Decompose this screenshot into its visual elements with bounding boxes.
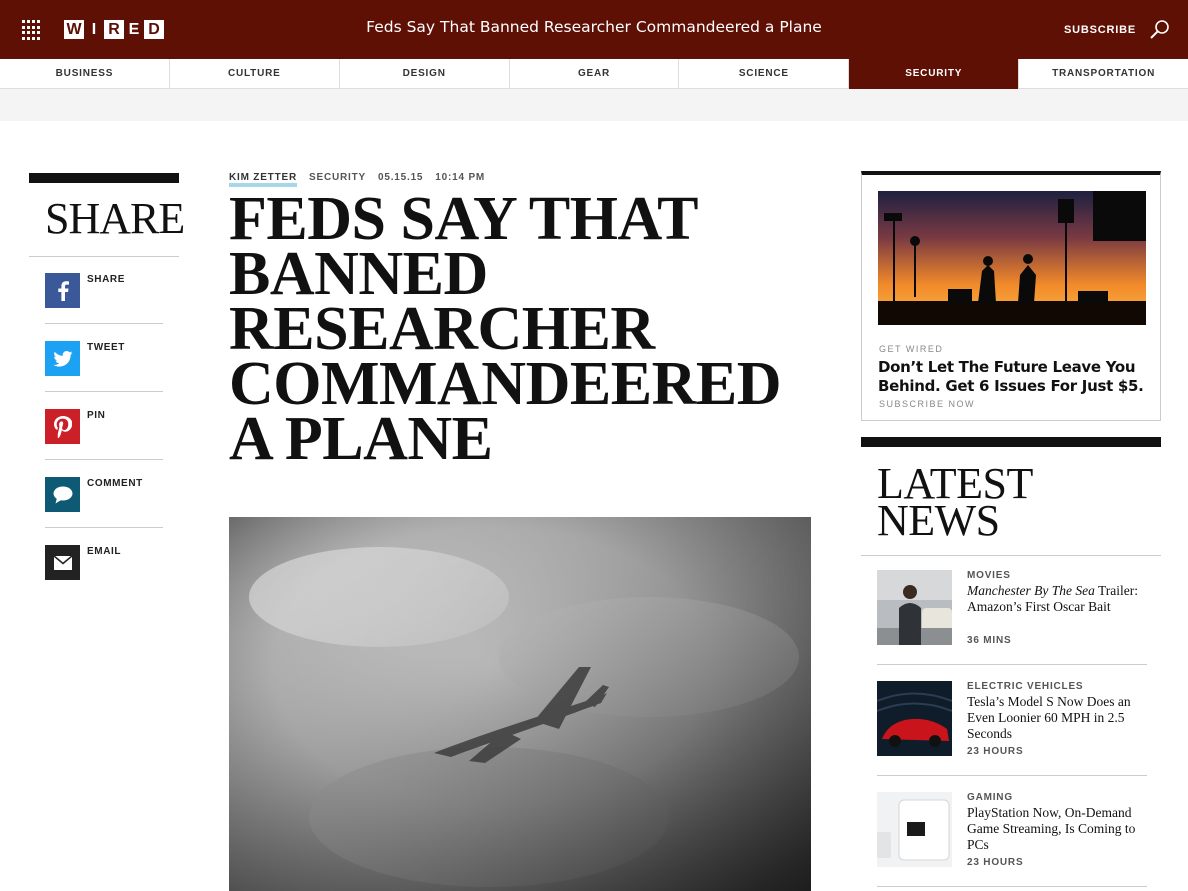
tab-transportation[interactable]: TRANSPORTATION: [1019, 59, 1188, 89]
top-bar: W I R E D Feds Say That Banned Researche…: [0, 0, 1188, 59]
list-item[interactable]: ELECTRIC VEHICLES Tesla’s Model S Now Do…: [877, 665, 1147, 776]
page-title: Feds Say That Banned Researcher Commande…: [366, 18, 822, 36]
tab-culture[interactable]: CULTURE: [170, 59, 340, 89]
news-thumbnail: [877, 570, 952, 645]
pinterest-icon: [45, 409, 80, 444]
share-twitter-button[interactable]: TWEET: [45, 324, 163, 392]
email-label: EMAIL: [87, 546, 122, 557]
tweet-label: TWEET: [87, 342, 125, 353]
facebook-icon: [45, 273, 80, 308]
news-time: 36 MINS: [967, 635, 1012, 646]
share-panel: SHARE SHARE TWEET PIN COMMENT EMAIL: [29, 173, 185, 580]
tab-business[interactable]: BUSINESS: [0, 59, 170, 89]
ad-headline[interactable]: Don’t Let The Future Leave You Behind. G…: [878, 358, 1148, 396]
share-pinterest-button[interactable]: PIN: [45, 392, 163, 460]
share-facebook-button[interactable]: SHARE: [45, 256, 163, 324]
ad-band: [0, 89, 1188, 121]
latest-news: LATEST NEWS MOVIES Manchester By The Sea…: [861, 437, 1161, 887]
subscribe-ad[interactable]: GET WIRED Don’t Let The Future Leave You…: [861, 171, 1161, 421]
news-title-italic: Manchester By The Sea: [967, 583, 1095, 598]
news-title-text: PlayStation Now, On-Demand Game Streamin…: [967, 805, 1136, 852]
tab-science[interactable]: SCIENCE: [679, 59, 850, 89]
comment-label: COMMENT: [87, 478, 143, 489]
news-title-text: Tesla’s Model S Now Does an Even Loonier…: [967, 694, 1131, 741]
pin-label: PIN: [87, 410, 106, 421]
news-title[interactable]: Tesla’s Model S Now Does an Even Loonier…: [967, 694, 1147, 742]
latest-rule-top: [861, 437, 1161, 447]
tab-security[interactable]: SECURITY: [849, 59, 1020, 89]
news-thumbnail: [877, 681, 952, 756]
email-icon: [45, 545, 80, 580]
comment-icon: [45, 477, 80, 512]
article-headline: FEDS SAY THAT BANNED RESEARCHER COMMANDE…: [229, 185, 781, 473]
list-item[interactable]: MOVIES Manchester By The Sea Trailer: Am…: [877, 554, 1147, 665]
news-title[interactable]: PlayStation Now, On-Demand Game Streamin…: [967, 805, 1147, 853]
share-comment-button[interactable]: COMMENT: [45, 460, 163, 528]
news-category: ELECTRIC VEHICLES: [967, 681, 1084, 692]
subscribe-link[interactable]: SUBSCRIBE: [1064, 24, 1136, 36]
ad-kicker: GET WIRED: [879, 344, 944, 354]
share-rule-top: [29, 173, 179, 183]
news-time: 23 HOURS: [967, 746, 1024, 757]
tab-design[interactable]: DESIGN: [340, 59, 510, 89]
news-thumbnail: [877, 792, 952, 867]
search-icon[interactable]: [1148, 18, 1172, 42]
subscribe-now-link[interactable]: SUBSCRIBE NOW: [879, 399, 975, 409]
tab-gear[interactable]: GEAR: [510, 59, 680, 89]
news-time: 23 HOURS: [967, 857, 1024, 868]
section-nav: BUSINESS CULTURE DESIGN GEAR SCIENCE SEC…: [0, 59, 1188, 89]
twitter-icon: [45, 341, 80, 376]
share-heading: SHARE: [45, 194, 185, 243]
list-item[interactable]: GAMING PlayStation Now, On-Demand Game S…: [877, 776, 1147, 887]
ad-image: [878, 191, 1146, 325]
share-email-button[interactable]: EMAIL: [45, 528, 163, 596]
hero-image: [229, 517, 811, 891]
news-category: MOVIES: [967, 570, 1011, 581]
news-category: GAMING: [967, 792, 1013, 803]
share-label: SHARE: [87, 274, 126, 285]
news-title[interactable]: Manchester By The Sea Trailer: Amazon’s …: [967, 583, 1147, 615]
latest-heading: LATEST NEWS: [861, 462, 1161, 543]
